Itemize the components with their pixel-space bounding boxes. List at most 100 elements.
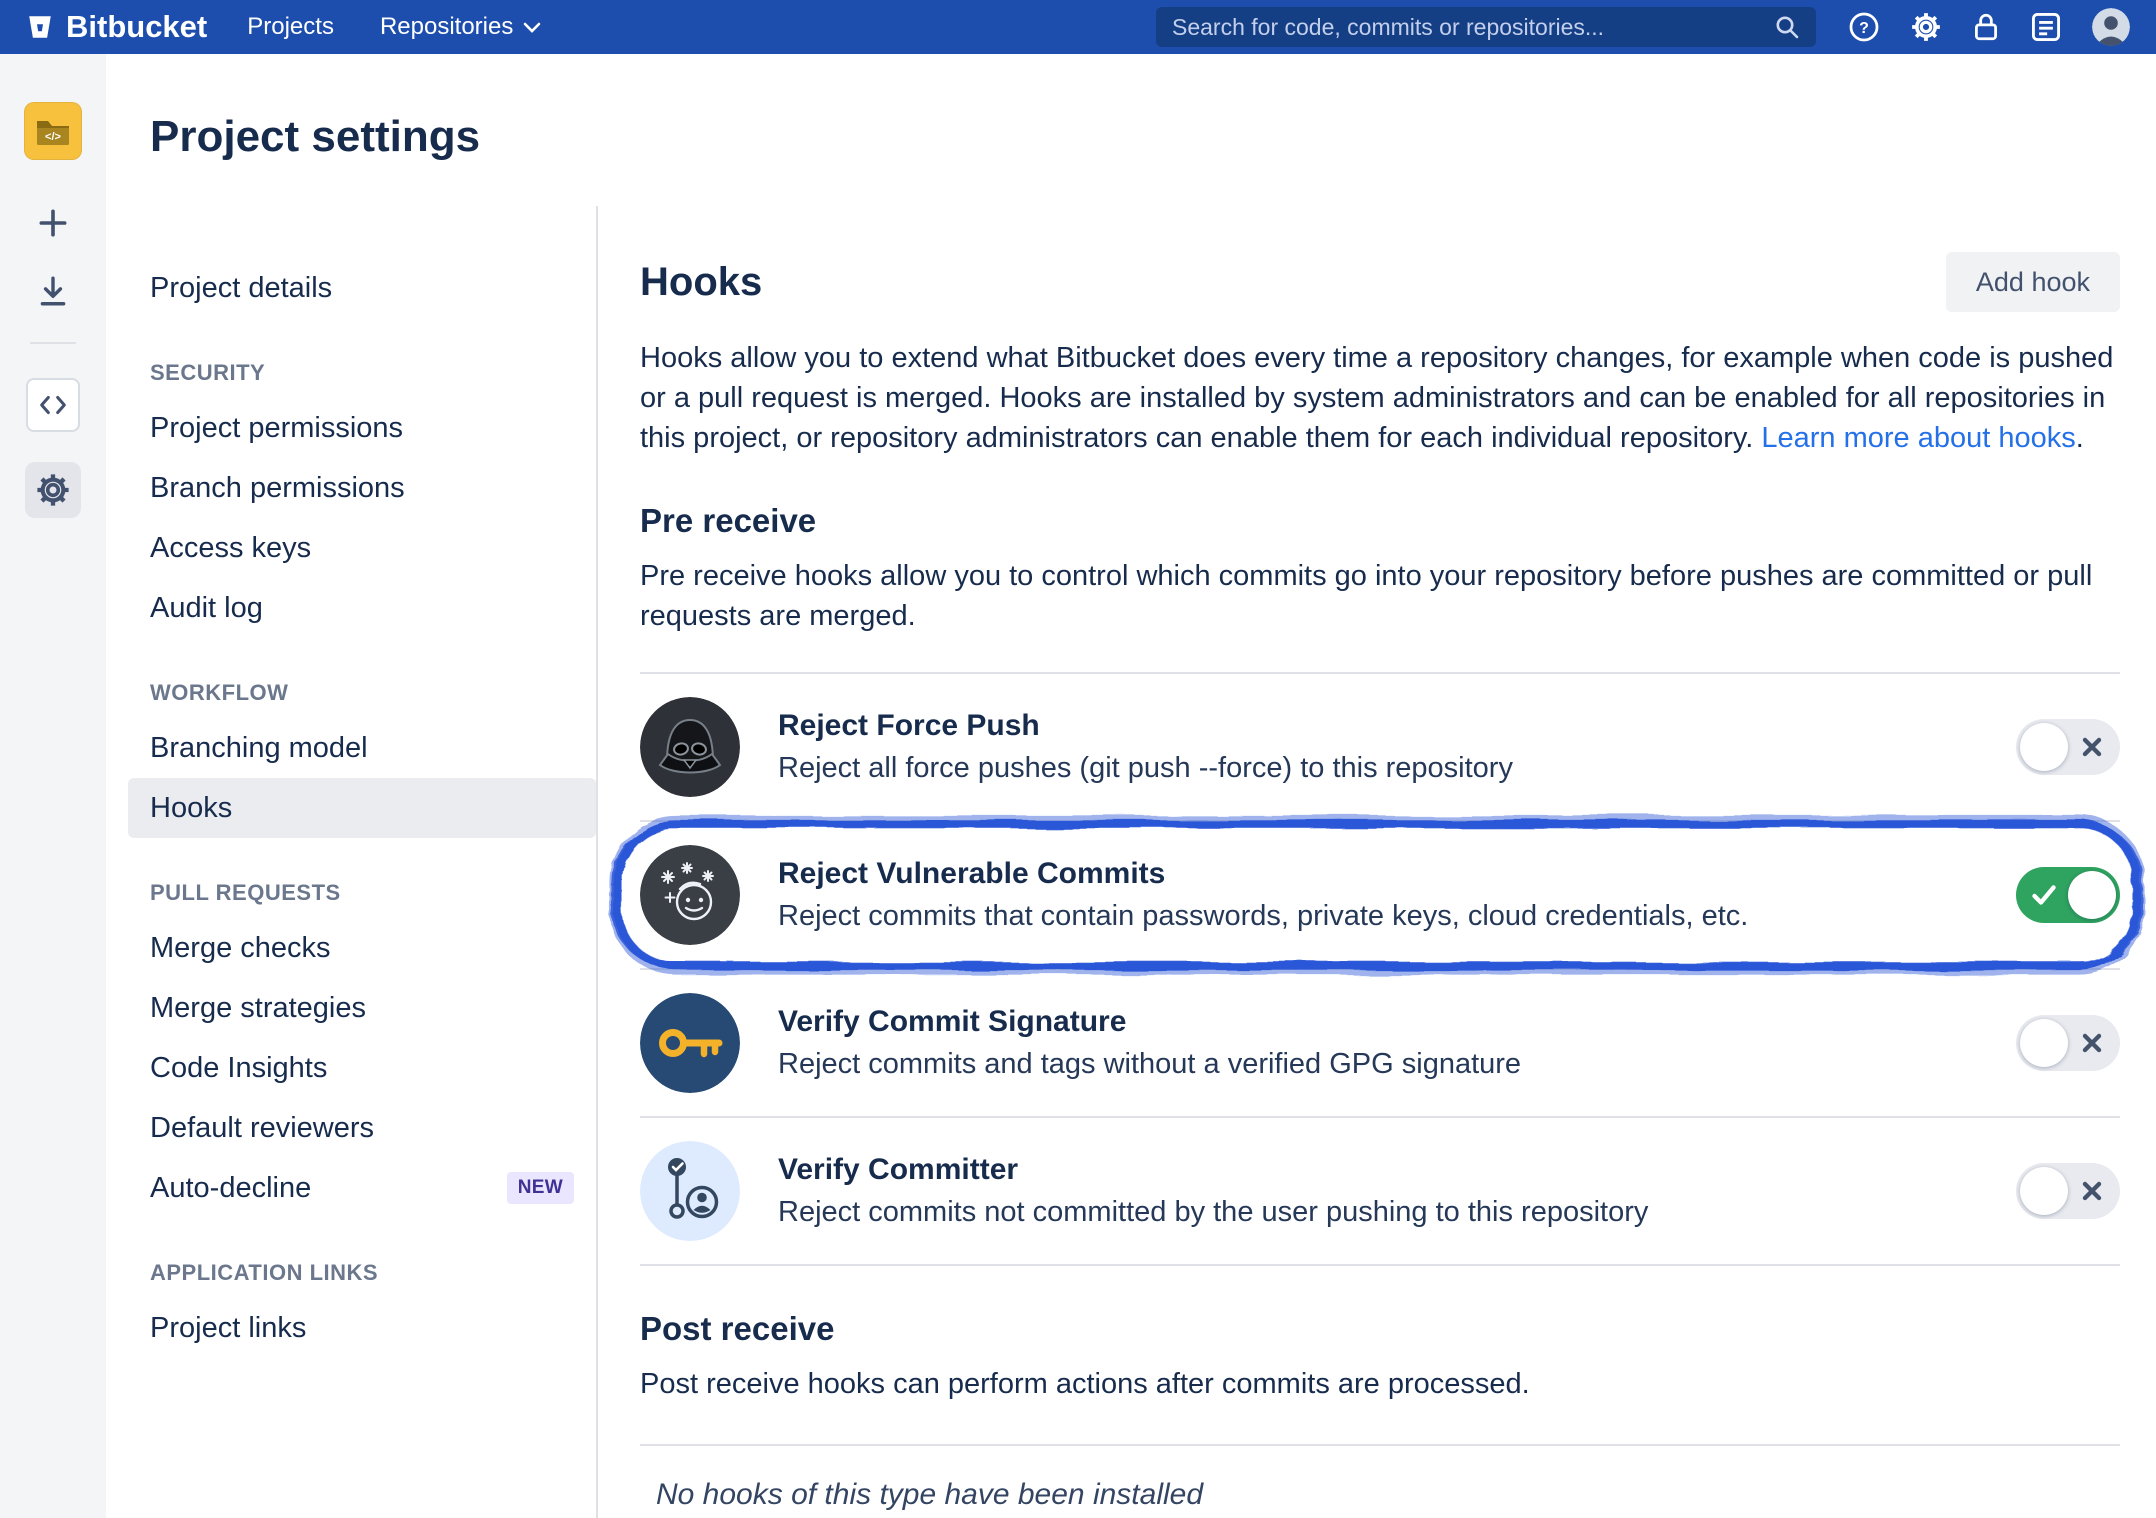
new-badge: NEW <box>507 1172 574 1204</box>
chevron-down-icon <box>523 22 541 33</box>
nav-item-project-links[interactable]: Project links <box>128 1298 596 1358</box>
verify-commit-signature-toggle[interactable] <box>2016 1015 2120 1071</box>
app-sidebar-rail: </> <box>0 54 106 1518</box>
toggle-knob <box>2068 871 2116 919</box>
toggle-knob <box>2020 1019 2068 1067</box>
toggle-x-icon <box>2080 1179 2104 1203</box>
brand-name: Bitbucket <box>66 9 207 45</box>
nav-item-code-insights[interactable]: Code Insights <box>128 1038 596 1098</box>
hooks-heading: Hooks <box>640 260 762 305</box>
vader-icon <box>640 697 740 797</box>
hooks-header: Hooks Add hook <box>640 252 2120 312</box>
nav-item-hooks[interactable]: Hooks <box>128 778 596 838</box>
folder-code-icon: </> <box>33 111 73 151</box>
hook-text: Reject Vulnerable Commits Reject commits… <box>778 857 1978 933</box>
rail-divider <box>30 342 76 344</box>
feedback-icon[interactable] <box>2030 11 2062 43</box>
nav-item-audit-log[interactable]: Audit log <box>128 578 596 638</box>
search-icon <box>1774 14 1800 40</box>
page-title: Project settings <box>150 112 2156 162</box>
hook-row-verify-committer: Verify Committer Reject commits not comm… <box>640 1118 2120 1266</box>
nav-item-auto-decline[interactable]: Auto-decline NEW <box>128 1158 596 1218</box>
toggle-x-icon <box>2080 735 2104 759</box>
nav-section-workflow: WORKFLOW <box>150 680 574 706</box>
toggle-x-icon <box>2080 1031 2104 1055</box>
project-avatar[interactable]: </> <box>24 102 82 160</box>
reject-vulnerable-commits-toggle[interactable] <box>2016 867 2120 923</box>
gear-icon[interactable] <box>1910 11 1942 43</box>
hook-text: Reject Force Push Reject all force pushe… <box>778 709 1978 785</box>
bitbucket-logo-icon <box>26 13 54 41</box>
nav-item-branching-model[interactable]: Branching model <box>128 718 596 778</box>
help-icon[interactable]: ? <box>1848 11 1880 43</box>
committer-graph-icon <box>640 1141 740 1241</box>
lock-icon[interactable] <box>1972 11 2000 43</box>
post-receive-heading: Post receive <box>640 1310 2120 1348</box>
pre-receive-heading: Pre receive <box>640 502 2120 540</box>
settings-columns: Project details SECURITY Project permiss… <box>150 206 2156 1518</box>
add-hook-button[interactable]: Add hook <box>1946 252 2120 312</box>
settings-navigation: Project details SECURITY Project permiss… <box>128 206 598 1518</box>
nav-item-access-keys[interactable]: Access keys <box>128 518 596 578</box>
post-receive-empty-message: No hooks of this type have been installe… <box>640 1478 2120 1512</box>
hook-description: Reject commits that contain passwords, p… <box>778 900 1978 933</box>
nav-item-merge-strategies[interactable]: Merge strategies <box>128 978 596 1038</box>
nav-item-project-details[interactable]: Project details <box>128 258 596 318</box>
hook-name: Verify Commit Signature <box>778 1005 1978 1039</box>
post-receive-divider <box>640 1444 2120 1446</box>
hook-text: Verify Committer Reject commits not comm… <box>778 1153 1978 1229</box>
nav-item-default-reviewers[interactable]: Default reviewers <box>128 1098 596 1158</box>
search-input[interactable] <box>1172 14 1764 41</box>
top-navigation-bar: Bitbucket Projects Repositories ? <box>0 0 2156 54</box>
user-avatar[interactable] <box>2092 8 2130 46</box>
code-brackets-icon <box>36 388 70 422</box>
pre-receive-hook-list: Reject Force Push Reject all force pushe… <box>640 672 2120 1266</box>
hooks-intro: Hooks allow you to extend what Bitbucket… <box>640 338 2120 458</box>
hook-description: Reject commits not committed by the user… <box>778 1196 1978 1229</box>
nav-section-pull-requests: PULL REQUESTS <box>150 880 574 906</box>
nav-projects[interactable]: Projects <box>247 13 334 41</box>
nav-item-project-permissions[interactable]: Project permissions <box>128 398 596 458</box>
nav-repositories[interactable]: Repositories <box>380 13 541 41</box>
global-search[interactable] <box>1156 7 1816 47</box>
bitbucket-app: Bitbucket Projects Repositories ? <box>0 0 2156 1518</box>
hook-description: Reject all force pushes (git push --forc… <box>778 752 1978 785</box>
topbar-icon-group: ? <box>1848 8 2130 46</box>
toggle-knob <box>2020 1167 2068 1215</box>
hook-text: Verify Commit Signature Reject commits a… <box>778 1005 1978 1081</box>
key-icon <box>640 993 740 1093</box>
nav-section-application-links: APPLICATION LINKS <box>150 1260 574 1286</box>
page-content: Project settings Project details SECURIT… <box>106 54 2156 1518</box>
toggle-knob <box>2020 723 2068 771</box>
post-receive-description: Post receive hooks can perform actions a… <box>640 1364 2120 1404</box>
learn-more-link[interactable]: Learn more about hooks <box>1761 422 2075 454</box>
hook-name: Verify Committer <box>778 1153 1978 1187</box>
hook-name: Reject Force Push <box>778 709 1978 743</box>
source-code-button[interactable] <box>26 378 80 432</box>
hook-name: Reject Vulnerable Commits <box>778 857 1978 891</box>
app-body: </> <box>0 54 2156 1518</box>
verify-committer-toggle[interactable] <box>2016 1163 2120 1219</box>
create-button[interactable] <box>36 206 70 240</box>
frost-face-icon <box>640 845 740 945</box>
hooks-panel: Hooks Add hook Hooks allow you to extend… <box>598 206 2156 1518</box>
settings-gear-icon <box>35 472 71 508</box>
project-settings-button[interactable] <box>25 462 81 518</box>
plus-icon <box>36 206 70 240</box>
download-icon <box>36 274 70 308</box>
svg-text:?: ? <box>1859 20 1869 37</box>
pre-receive-description: Pre receive hooks allow you to control w… <box>640 556 2120 636</box>
hook-row-verify-commit-signature: Verify Commit Signature Reject commits a… <box>640 970 2120 1118</box>
nav-item-merge-checks[interactable]: Merge checks <box>128 918 596 978</box>
toggle-check-icon <box>2031 884 2057 906</box>
hook-row-reject-force-push: Reject Force Push Reject all force pushe… <box>640 674 2120 822</box>
download-button[interactable] <box>36 274 70 308</box>
reject-force-push-toggle[interactable] <box>2016 719 2120 775</box>
hook-row-reject-vulnerable-commits: Reject Vulnerable Commits Reject commits… <box>640 822 2120 970</box>
bitbucket-home-link[interactable]: Bitbucket <box>26 9 207 45</box>
nav-section-security: SECURITY <box>150 360 574 386</box>
hook-description: Reject commits and tags without a verifi… <box>778 1048 1978 1081</box>
nav-item-branch-permissions[interactable]: Branch permissions <box>128 458 596 518</box>
top-nav-links: Projects Repositories <box>247 13 541 41</box>
svg-text:</>: </> <box>45 131 61 143</box>
